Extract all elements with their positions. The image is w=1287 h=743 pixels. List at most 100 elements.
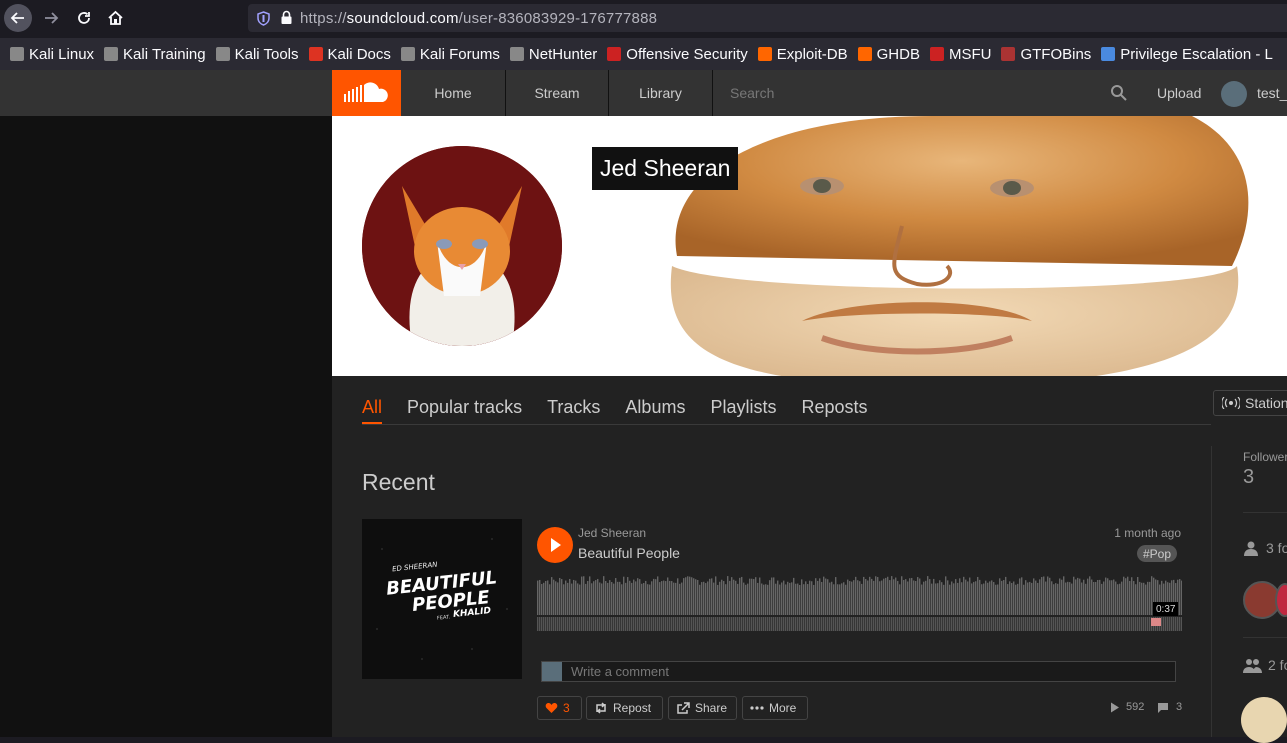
tracking-protection-icon[interactable] bbox=[256, 10, 270, 26]
exploitdb-icon bbox=[757, 47, 772, 61]
tab-reposts[interactable]: Reposts bbox=[801, 393, 867, 424]
followers-row[interactable]: 3 fo bbox=[1243, 540, 1287, 556]
bookmark-label: Exploit-DB bbox=[776, 45, 848, 63]
play-icon bbox=[551, 538, 561, 552]
bookmark-item[interactable]: Kali Docs bbox=[308, 46, 391, 63]
nav-stream[interactable]: Stream bbox=[506, 70, 609, 116]
broadcast-icon bbox=[1222, 397, 1240, 409]
tab-popular-tracks[interactable]: Popular tracks bbox=[407, 393, 522, 424]
tab-playlists[interactable]: Playlists bbox=[710, 393, 776, 424]
share-button[interactable]: Share bbox=[668, 696, 737, 720]
back-button[interactable] bbox=[4, 4, 32, 32]
like-count: 3 bbox=[563, 701, 570, 715]
heart-icon bbox=[545, 702, 558, 714]
bookmark-item[interactable]: Offensive Security bbox=[607, 45, 748, 63]
more-dots-icon bbox=[750, 706, 764, 710]
station-label: Station bbox=[1245, 395, 1287, 411]
profile-avatar[interactable] bbox=[362, 146, 562, 346]
url-text[interactable]: https://soundcloud.com/user-836083929-17… bbox=[300, 10, 657, 27]
stack-icon bbox=[1101, 47, 1116, 61]
home-button[interactable] bbox=[101, 4, 129, 32]
user-avatar[interactable] bbox=[1221, 81, 1247, 107]
users-icon bbox=[1243, 658, 1262, 673]
comment-count-value: 3 bbox=[1176, 701, 1183, 713]
offsec-icon bbox=[929, 47, 944, 61]
sidebar-divider-1 bbox=[1243, 512, 1287, 513]
arrow-right-icon bbox=[45, 12, 59, 24]
reload-button[interactable] bbox=[70, 4, 98, 32]
bookmark-item[interactable]: Kali Linux bbox=[10, 46, 94, 63]
bookmark-item[interactable]: GTFOBins bbox=[1001, 46, 1091, 63]
share-icon bbox=[676, 702, 690, 714]
kitten-image bbox=[362, 146, 562, 346]
bookmark-label: Kali Tools bbox=[234, 45, 299, 63]
following-row[interactable]: 2 fo bbox=[1243, 657, 1287, 673]
bookmark-item[interactable]: MSFU bbox=[929, 46, 991, 63]
track-artist-link[interactable]: Jed Sheeran bbox=[578, 526, 646, 540]
nav-library[interactable]: Library bbox=[609, 70, 713, 116]
address-bar[interactable]: https://soundcloud.com/user-836083929-17… bbox=[248, 4, 1287, 32]
followers-count[interactable]: 3 bbox=[1243, 466, 1254, 489]
track-artwork[interactable]: ED SHEERAN BEAUTIFUL PEOPLE FEAT. KHALID bbox=[362, 519, 522, 679]
track-title-link[interactable]: Beautiful People bbox=[578, 545, 680, 561]
comment-icon bbox=[1158, 702, 1168, 713]
kali-dragon-icon bbox=[215, 47, 230, 61]
search-icon[interactable] bbox=[1110, 84, 1128, 102]
bookmark-label: NetHunter bbox=[528, 45, 598, 63]
lock-icon[interactable] bbox=[280, 10, 294, 26]
username-label: test_ bbox=[1257, 85, 1287, 101]
play-count-value: 592 bbox=[1126, 701, 1145, 713]
bookmark-item[interactable]: Kali Forums bbox=[400, 46, 500, 63]
home-icon bbox=[107, 10, 123, 25]
forward-button[interactable] bbox=[37, 4, 65, 32]
soundcloud-header: Home Stream Library Search Upload test_ bbox=[0, 70, 1287, 116]
tab-tracks[interactable]: Tracks bbox=[547, 393, 600, 424]
reload-icon bbox=[78, 12, 90, 24]
arrow-left-icon bbox=[10, 12, 24, 24]
bookmark-label: GTFOBins bbox=[1020, 45, 1092, 63]
following-avatar[interactable] bbox=[1241, 697, 1287, 743]
play-button[interactable] bbox=[537, 527, 573, 563]
nav-stream-label: Stream bbox=[534, 85, 580, 101]
followers-label[interactable]: Followers bbox=[1243, 450, 1287, 464]
bookmark-item[interactable]: GHDB bbox=[857, 46, 920, 63]
kali-docs-icon bbox=[308, 47, 323, 61]
track-posted-time: 1 month ago bbox=[1114, 526, 1181, 540]
search-input[interactable]: Search bbox=[713, 70, 1143, 116]
kali-dragon-icon bbox=[509, 47, 524, 61]
repost-icon bbox=[594, 702, 608, 714]
bookmark-label: Kali Training bbox=[123, 45, 206, 63]
more-label: More bbox=[769, 701, 797, 715]
like-button[interactable]: 3 bbox=[537, 696, 582, 720]
tab-albums[interactable]: Albums bbox=[625, 393, 685, 424]
left-blank-area bbox=[0, 116, 332, 737]
bookmark-item[interactable]: Kali Training bbox=[104, 46, 206, 63]
bookmark-item[interactable]: Privilege Escalation - L bbox=[1101, 46, 1273, 63]
recent-heading: Recent bbox=[362, 469, 435, 495]
kali-dragon-icon bbox=[400, 47, 415, 61]
bookmark-item[interactable]: Kali Tools bbox=[215, 45, 299, 63]
share-label: Share bbox=[695, 701, 728, 715]
comment-count[interactable]: 3 bbox=[1157, 701, 1182, 713]
soundcloud-logo[interactable] bbox=[332, 70, 401, 116]
genre-tag[interactable]: #Pop bbox=[1137, 545, 1178, 562]
nav-library-label: Library bbox=[639, 85, 682, 101]
bookmark-item[interactable]: NetHunter bbox=[509, 45, 598, 63]
repost-button[interactable]: Repost bbox=[586, 696, 663, 720]
bookmark-label: Offensive Security bbox=[626, 45, 748, 63]
station-button[interactable]: Station bbox=[1213, 390, 1287, 416]
tab-all[interactable]: All bbox=[362, 393, 383, 424]
waveform[interactable] bbox=[537, 575, 1182, 633]
nav-home[interactable]: Home bbox=[401, 70, 506, 116]
user-menu[interactable]: test_ bbox=[1257, 70, 1287, 116]
comment-avatar bbox=[542, 662, 562, 681]
sidebar-divider-2 bbox=[1243, 637, 1287, 638]
play-count-icon bbox=[1111, 702, 1119, 712]
bookmark-item[interactable]: Exploit-DB bbox=[757, 45, 848, 63]
search-placeholder: Search bbox=[730, 85, 775, 101]
user-icon bbox=[1244, 541, 1258, 556]
upload-link[interactable]: Upload bbox=[1157, 70, 1201, 116]
bookmark-label: Privilege Escalation - L bbox=[1120, 45, 1273, 63]
comment-field[interactable]: Write a comment bbox=[541, 661, 1176, 682]
more-button[interactable]: More bbox=[742, 696, 808, 720]
